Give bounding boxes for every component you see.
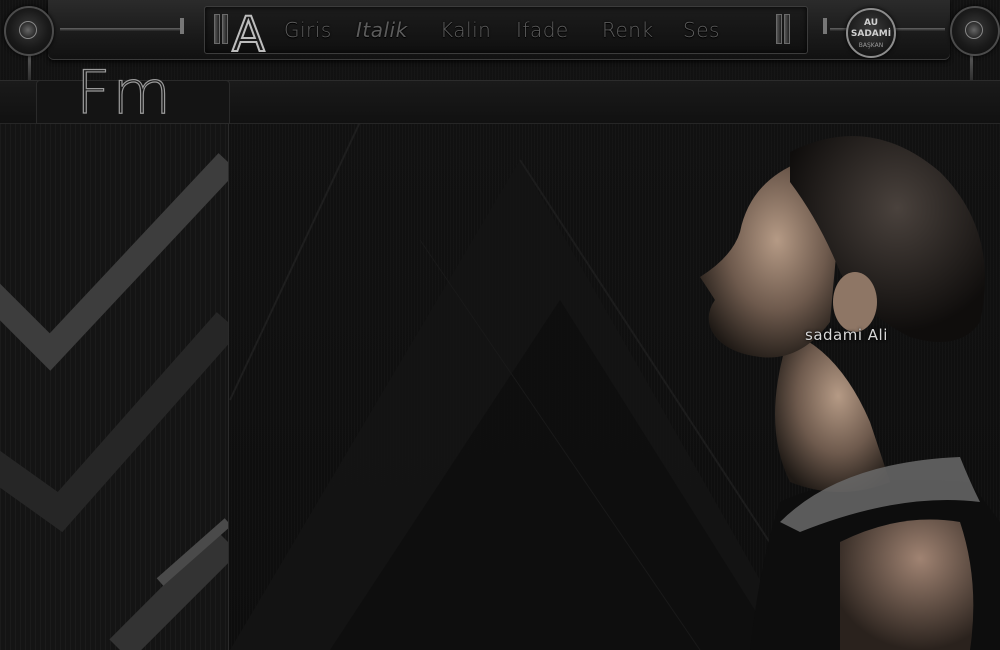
right-knob-button[interactable] xyxy=(950,6,1000,56)
menu-item-ifade[interactable]: Ifade xyxy=(516,15,569,45)
chevron-pattern xyxy=(0,153,228,650)
left-rail-wire xyxy=(60,28,180,31)
badge-line-3: BAŞKAN xyxy=(858,42,884,49)
badge-line-1: AU xyxy=(864,18,878,28)
left-panel xyxy=(0,122,229,650)
badge-line-2: SADAMİ xyxy=(850,29,892,39)
right-pause-icon[interactable] xyxy=(776,14,792,44)
right-marker-icon xyxy=(823,18,827,34)
brand-badge[interactable]: AU SADAMİ BAŞKAN xyxy=(846,8,896,58)
left-marker-icon xyxy=(180,18,184,34)
menu-item-ses[interactable]: Ses xyxy=(683,15,720,45)
page: A Giris Italik Kalin Ifade Renk Ses AU S… xyxy=(0,0,1000,650)
panel-title: Fm xyxy=(75,57,173,128)
woman-profile-image xyxy=(700,136,1000,650)
left-pause-icon[interactable] xyxy=(214,14,230,44)
logo-a-icon[interactable]: A xyxy=(231,7,266,63)
left-knob-button[interactable] xyxy=(4,6,54,56)
portrait-image xyxy=(640,122,1000,650)
menu-item-italik[interactable]: Italik xyxy=(356,15,408,45)
menu-item-renk[interactable]: Renk xyxy=(602,15,654,45)
menu-item-kalin[interactable]: Kalin xyxy=(440,15,491,45)
watermark-text: sadami Ali xyxy=(805,326,888,344)
menu-item-giris[interactable]: Giris xyxy=(284,15,332,45)
